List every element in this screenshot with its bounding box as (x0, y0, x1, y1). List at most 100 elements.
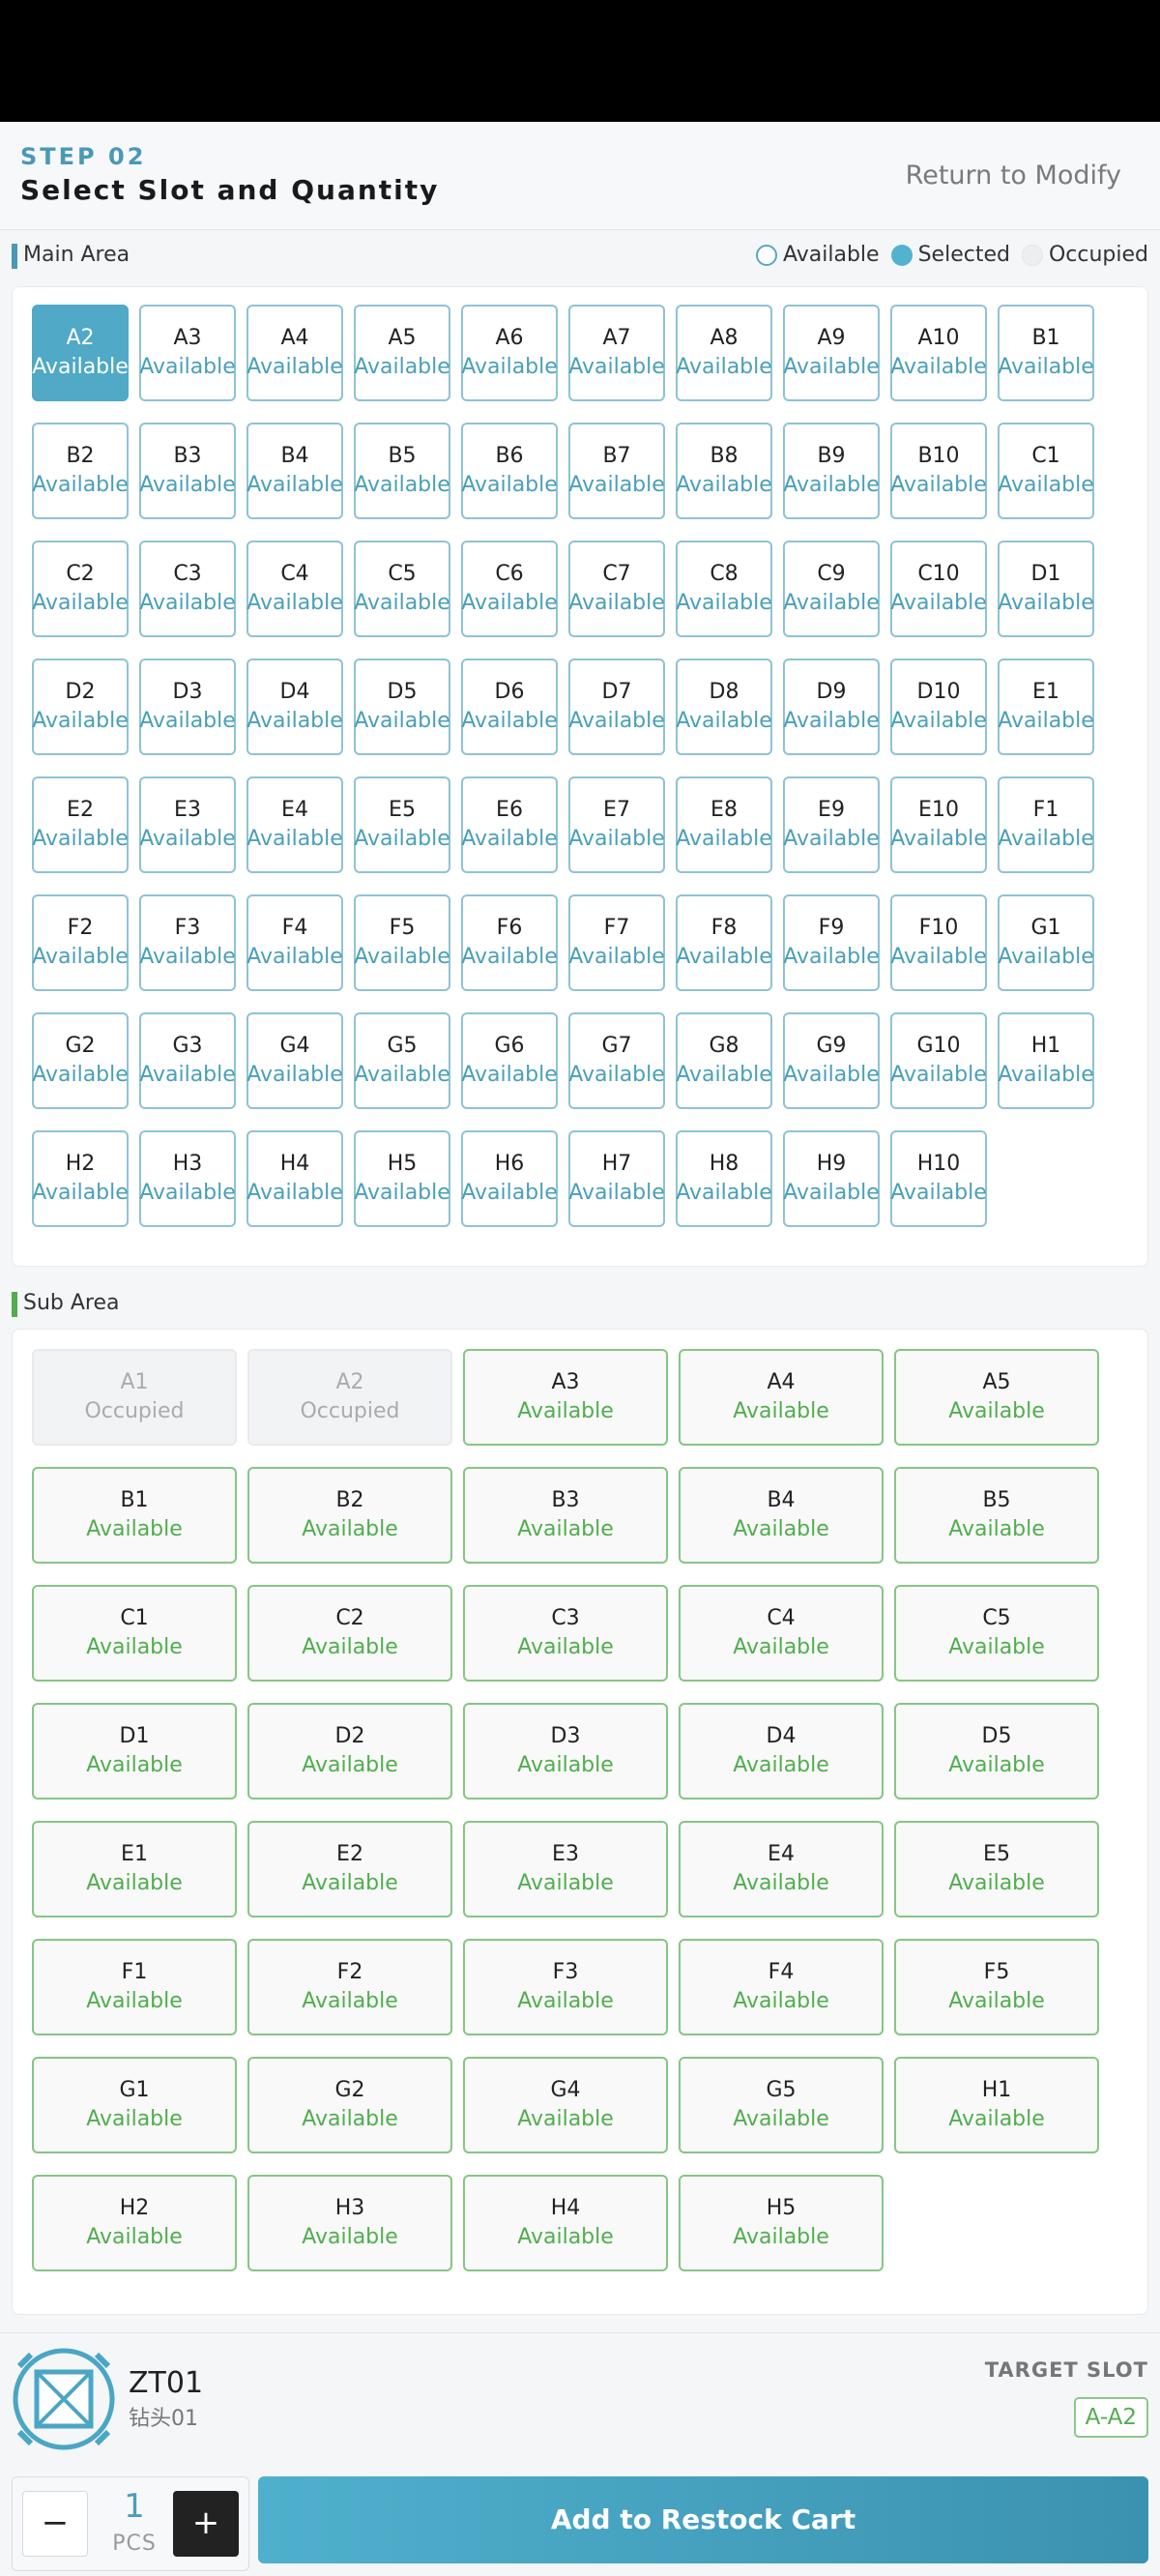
slot-a2[interactable]: A2 Available (32, 305, 129, 401)
slot-f3[interactable]: F3 Available (463, 1939, 668, 2035)
slot-d6[interactable]: D6 Available (461, 659, 558, 755)
quantity-value[interactable]: 1 (105, 2487, 163, 2526)
slot-f10[interactable]: F10 Available (890, 894, 987, 991)
slot-g2[interactable]: G2 Available (247, 2057, 452, 2153)
slot-f1[interactable]: F1 Available (32, 1939, 237, 2035)
slot-c2[interactable]: C2 Available (247, 1585, 452, 1682)
slot-c5[interactable]: C5 Available (354, 541, 450, 637)
slot-g1[interactable]: G1 Available (998, 894, 1094, 991)
slot-a7[interactable]: A7 Available (568, 305, 665, 401)
slot-h1[interactable]: H1 Available (894, 2057, 1099, 2153)
slot-a9[interactable]: A9 Available (783, 305, 880, 401)
slot-f9[interactable]: F9 Available (783, 894, 880, 991)
slot-c10[interactable]: C10 Available (890, 541, 987, 637)
slot-g1[interactable]: G1 Available (32, 2057, 237, 2153)
slot-f6[interactable]: F6 Available (461, 894, 558, 991)
slot-g2[interactable]: G2 Available (32, 1012, 129, 1109)
slot-d10[interactable]: D10 Available (890, 659, 987, 755)
slot-e7[interactable]: E7 Available (568, 776, 665, 873)
slot-c5[interactable]: C5 Available (894, 1585, 1099, 1682)
slot-e2[interactable]: E2 Available (32, 776, 129, 873)
slot-b7[interactable]: B7 Available (568, 423, 665, 519)
slot-f5[interactable]: F5 Available (894, 1939, 1099, 2035)
slot-e3[interactable]: E3 Available (139, 776, 236, 873)
slot-b5[interactable]: B5 Available (354, 423, 450, 519)
slot-e8[interactable]: E8 Available (676, 776, 772, 873)
slot-h8[interactable]: H8 Available (676, 1130, 772, 1227)
slot-d2[interactable]: D2 Available (32, 659, 129, 755)
slot-b5[interactable]: B5 Available (894, 1467, 1099, 1564)
slot-h4[interactable]: H4 Available (246, 1130, 343, 1227)
increase-quantity-button[interactable]: + (173, 2491, 239, 2557)
slot-a8[interactable]: A8 Available (676, 305, 772, 401)
slot-h6[interactable]: H6 Available (461, 1130, 558, 1227)
decrease-quantity-button[interactable]: − (22, 2491, 88, 2557)
slot-g5[interactable]: G5 Available (354, 1012, 450, 1109)
slot-c6[interactable]: C6 Available (461, 541, 558, 637)
slot-d9[interactable]: D9 Available (783, 659, 880, 755)
slot-a4[interactable]: A4 Available (679, 1349, 884, 1446)
slot-h2[interactable]: H2 Available (32, 2175, 237, 2271)
slot-c3[interactable]: C3 Available (463, 1585, 668, 1682)
slot-f4[interactable]: F4 Available (246, 894, 343, 991)
slot-g4[interactable]: G4 Available (463, 2057, 668, 2153)
slot-a5[interactable]: A5 Available (354, 305, 450, 401)
slot-d1[interactable]: D1 Available (998, 541, 1094, 637)
slot-f1[interactable]: F1 Available (998, 776, 1094, 873)
slot-d4[interactable]: D4 Available (679, 1703, 884, 1800)
slot-b3[interactable]: B3 Available (139, 423, 236, 519)
slot-b3[interactable]: B3 Available (463, 1467, 668, 1564)
slot-c9[interactable]: C9 Available (783, 541, 880, 637)
slot-g6[interactable]: G6 Available (461, 1012, 558, 1109)
slot-c7[interactable]: C7 Available (568, 541, 665, 637)
slot-g4[interactable]: G4 Available (246, 1012, 343, 1109)
slot-c4[interactable]: C4 Available (246, 541, 343, 637)
slot-a4[interactable]: A4 Available (246, 305, 343, 401)
slot-c1[interactable]: C1 Available (998, 423, 1094, 519)
slot-d7[interactable]: D7 Available (568, 659, 665, 755)
slot-e2[interactable]: E2 Available (247, 1821, 452, 1917)
slot-e6[interactable]: E6 Available (461, 776, 558, 873)
return-to-modify-button[interactable]: Return to Modify (906, 161, 1121, 190)
slot-e4[interactable]: E4 Available (679, 1821, 884, 1917)
slot-h2[interactable]: H2 Available (32, 1130, 129, 1227)
slot-b1[interactable]: B1 Available (32, 1467, 237, 1564)
slot-f2[interactable]: F2 Available (32, 894, 129, 991)
slot-f4[interactable]: F4 Available (679, 1939, 884, 2035)
slot-a3[interactable]: A3 Available (139, 305, 236, 401)
slot-f2[interactable]: F2 Available (247, 1939, 452, 2035)
slot-h3[interactable]: H3 Available (139, 1130, 236, 1227)
slot-f7[interactable]: F7 Available (568, 894, 665, 991)
slot-e3[interactable]: E3 Available (463, 1821, 668, 1917)
slot-c1[interactable]: C1 Available (32, 1585, 237, 1682)
slot-f3[interactable]: F3 Available (139, 894, 236, 991)
slot-c3[interactable]: C3 Available (139, 541, 236, 637)
slot-a6[interactable]: A6 Available (461, 305, 558, 401)
slot-e1[interactable]: E1 Available (998, 659, 1094, 755)
slot-b2[interactable]: B2 Available (247, 1467, 452, 1564)
slot-b2[interactable]: B2 Available (32, 423, 129, 519)
slot-b6[interactable]: B6 Available (461, 423, 558, 519)
slot-h7[interactable]: H7 Available (568, 1130, 665, 1227)
slot-h4[interactable]: H4 Available (463, 2175, 668, 2271)
slot-d1[interactable]: D1 Available (32, 1703, 237, 1800)
slot-c2[interactable]: C2 Available (32, 541, 129, 637)
slot-b9[interactable]: B9 Available (783, 423, 880, 519)
slot-b10[interactable]: B10 Available (890, 423, 987, 519)
slot-h5[interactable]: H5 Available (679, 2175, 884, 2271)
slot-e1[interactable]: E1 Available (32, 1821, 237, 1917)
slot-d8[interactable]: D8 Available (676, 659, 772, 755)
slot-a5[interactable]: A5 Available (894, 1349, 1099, 1446)
slot-a3[interactable]: A3 Available (463, 1349, 668, 1446)
slot-c4[interactable]: C4 Available (679, 1585, 884, 1682)
slot-d3[interactable]: D3 Available (139, 659, 236, 755)
slot-g9[interactable]: G9 Available (783, 1012, 880, 1109)
slot-b1[interactable]: B1 Available (998, 305, 1094, 401)
slot-e4[interactable]: E4 Available (246, 776, 343, 873)
slot-d3[interactable]: D3 Available (463, 1703, 668, 1800)
slot-b8[interactable]: B8 Available (676, 423, 772, 519)
slot-d2[interactable]: D2 Available (247, 1703, 452, 1800)
slot-d5[interactable]: D5 Available (354, 659, 450, 755)
slot-e9[interactable]: E9 Available (783, 776, 880, 873)
slot-e5[interactable]: E5 Available (354, 776, 450, 873)
